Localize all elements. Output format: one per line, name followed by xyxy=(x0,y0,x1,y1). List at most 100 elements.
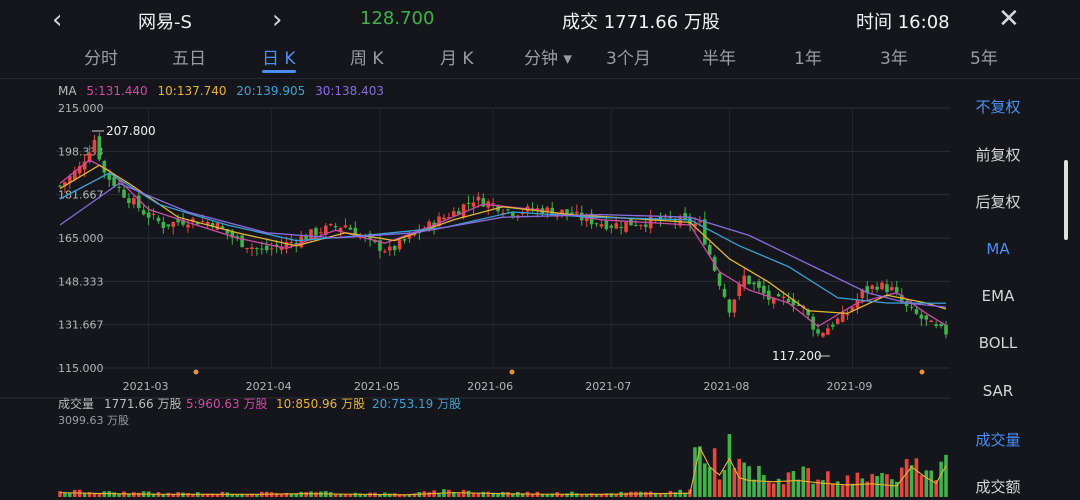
candle-body xyxy=(835,318,840,324)
candle-body xyxy=(107,173,112,180)
candle-body xyxy=(215,223,220,230)
candle-body xyxy=(609,225,614,228)
candle-body xyxy=(461,204,466,218)
y-tick-label: 165.000 xyxy=(58,232,104,245)
k-line-chart[interactable]: 215.000198.333181.667165.000148.333131.6… xyxy=(0,0,1080,500)
volume-bar xyxy=(338,494,343,497)
ma10-line xyxy=(59,164,947,315)
sidebar-backward-adjust[interactable]: 后复权 xyxy=(958,191,1038,212)
candle-body xyxy=(722,288,727,297)
sidebar-sar[interactable]: SAR xyxy=(958,382,1038,400)
sidebar-ma[interactable]: MA xyxy=(958,240,1038,258)
candle-body xyxy=(619,226,623,228)
candle-body xyxy=(255,248,259,250)
candle-body xyxy=(506,209,510,211)
candle-body xyxy=(186,224,190,228)
volume-bar xyxy=(461,489,466,497)
candle-body xyxy=(309,229,313,240)
candle-body xyxy=(885,284,889,293)
volume-bar xyxy=(924,470,929,497)
volume-bar xyxy=(648,491,653,497)
candle-body xyxy=(387,246,392,251)
candle-body xyxy=(757,281,761,288)
volume-bar xyxy=(215,494,220,497)
volume-bar xyxy=(840,485,845,497)
sidebar-volume[interactable]: 成交量 xyxy=(958,429,1038,450)
volume-bar xyxy=(506,492,510,497)
candle-body xyxy=(624,222,628,232)
volume-bar xyxy=(796,479,801,497)
volume-bar xyxy=(387,493,392,497)
candle-body xyxy=(122,189,126,198)
volume-bar xyxy=(870,474,874,497)
volume-bar xyxy=(830,483,835,497)
candle-body xyxy=(643,224,648,227)
sidebar-no-adjust[interactable]: 不复权 xyxy=(958,96,1038,117)
volume-bar xyxy=(456,493,461,497)
candle-body xyxy=(491,203,495,205)
volume-bar xyxy=(186,493,190,497)
volume-bar xyxy=(476,493,481,497)
volume-bar xyxy=(717,479,722,497)
candle-body xyxy=(776,294,781,297)
volume-bar xyxy=(279,494,284,497)
volume-bar xyxy=(545,494,550,497)
candle-body xyxy=(451,211,456,217)
event-dot xyxy=(193,369,199,375)
candle-body xyxy=(880,282,884,290)
x-tick-label: 2021-09 xyxy=(826,380,872,393)
volume-bar xyxy=(781,484,786,497)
candle-body xyxy=(929,320,934,323)
candle-body xyxy=(442,217,446,220)
candle-body xyxy=(397,239,402,250)
volume-bar xyxy=(850,483,855,497)
candle-body xyxy=(92,140,97,153)
volume-bar xyxy=(624,492,628,497)
volume-bar xyxy=(806,468,810,497)
candle-body xyxy=(289,241,294,243)
volume-bar xyxy=(658,493,663,497)
volume-bar xyxy=(58,491,62,497)
candle-body xyxy=(594,223,599,225)
candle-body xyxy=(314,228,318,236)
volume-bar xyxy=(722,470,727,497)
volume-bar xyxy=(530,494,535,497)
sidebar-ema[interactable]: EMA xyxy=(958,287,1038,305)
volume-legend-ma10: 10:850.96 万股 xyxy=(276,397,365,411)
candle-body xyxy=(112,176,116,187)
candle-body xyxy=(875,286,879,290)
candle-body xyxy=(343,225,348,228)
volume-bar xyxy=(427,492,431,497)
candle-body xyxy=(703,219,707,245)
candle-body xyxy=(599,224,604,227)
candle-body xyxy=(338,227,343,231)
x-tick-label: 2021-06 xyxy=(467,380,513,393)
sidebar-boll[interactable]: BOLL xyxy=(958,334,1038,352)
volume-bar xyxy=(328,492,333,497)
volume-bar xyxy=(875,476,879,497)
sidebar-turnover[interactable]: 成交额 xyxy=(958,476,1038,497)
event-dot xyxy=(919,369,925,375)
high-annotation: 207.800 xyxy=(106,124,156,138)
candle-body xyxy=(127,198,131,204)
volume-bar xyxy=(200,494,205,497)
candle-body xyxy=(319,232,323,234)
candle-body xyxy=(161,222,166,228)
candle-body xyxy=(333,225,338,228)
sidebar-scrollbar[interactable] xyxy=(1064,160,1068,240)
volume-bar xyxy=(890,479,894,497)
volume-bar xyxy=(614,494,619,497)
sidebar-forward-adjust[interactable]: 前复权 xyxy=(958,144,1038,165)
candle-body xyxy=(944,325,948,335)
volume-bar xyxy=(791,471,796,497)
candle-body xyxy=(328,224,333,226)
candle-body xyxy=(166,224,171,227)
candle-body xyxy=(742,275,746,287)
volume-bar xyxy=(752,479,756,497)
volume-bar xyxy=(466,490,471,497)
ma30-line xyxy=(59,182,947,308)
candle-body xyxy=(767,290,771,300)
candle-body xyxy=(466,202,471,204)
volume-bar xyxy=(486,491,491,497)
event-dot xyxy=(509,369,515,375)
